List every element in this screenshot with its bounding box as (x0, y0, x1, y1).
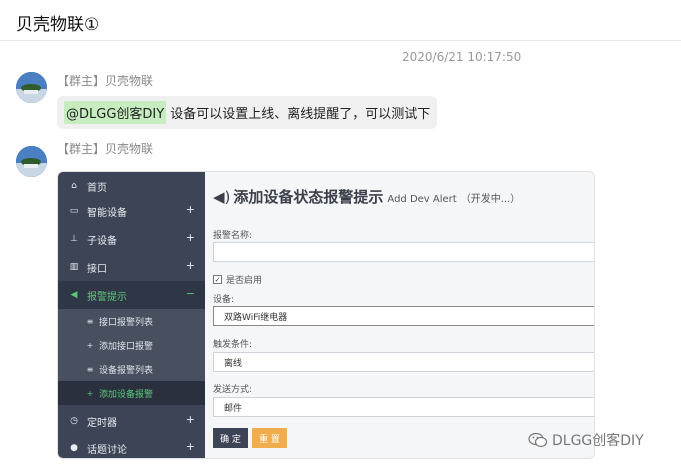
confirm-button[interactable]: 确 定 (213, 428, 248, 448)
message-bubble[interactable]: @DLGG创客DIY 设备可以设置上线、离线提醒了，可以测试下 (57, 96, 438, 129)
enable-label: 是否启用 (226, 276, 263, 286)
trigger-label: 触发条件: (213, 340, 253, 350)
sidebar-subitem-label: 添加接口报警 (99, 341, 154, 352)
title-divider (0, 40, 681, 41)
sidebar-subitem-device-alert-list[interactable]: ≡ 设备报警列表 (58, 357, 205, 381)
enable-checkbox-row[interactable]: ✓ 是否启用 (213, 273, 262, 286)
enable-checkbox[interactable]: ✓ (213, 275, 222, 284)
expand-icon: + (185, 440, 195, 453)
sidebar-subitem-add-interface-alert[interactable]: + 添加接口报警 (58, 333, 205, 357)
sender-name: 【群主】贝壳物联 (57, 142, 154, 156)
avatar[interactable] (16, 72, 47, 103)
plus-icon: + (86, 388, 94, 398)
plus-icon: + (86, 340, 94, 350)
message-text: 设备可以设置上线、离线提醒了，可以测试下 (170, 107, 431, 122)
sidebar-item-label: 接口 (87, 263, 107, 275)
sidebar-item-label: 定时器 (87, 417, 117, 429)
sender-name: 【群主】贝壳物联 (57, 74, 154, 88)
trigger-select[interactable]: 离线 (213, 352, 594, 372)
message-image[interactable]: ⌂ 首页 ▭ 智能设备 + ⊥ 子设备 + ▥ 接口 + ◀ 报警提示 − ≡ … (57, 171, 595, 459)
comments-icon: ● (70, 443, 78, 453)
clock-icon: ◷ (70, 416, 78, 426)
send-method-select[interactable]: 邮件 (213, 397, 594, 417)
sidebar-item-label: 首页 (87, 182, 107, 194)
avatar[interactable] (16, 146, 47, 177)
device-select[interactable]: 双路WiFi继电器 (213, 306, 594, 326)
chat-title: 贝壳物联① (16, 15, 100, 35)
expand-icon: + (185, 231, 195, 244)
sidebar-item-devices[interactable]: ▭ 智能设备 + (58, 197, 205, 225)
send-method-label: 发送方式: (213, 385, 253, 395)
sidebar-item-label: 报警提示 (87, 291, 127, 303)
sidebar-item-label: 智能设备 (87, 207, 127, 219)
expand-icon: + (185, 203, 195, 216)
message-timestamp: 2020/6/21 10:17:50 (402, 50, 522, 64)
collapse-icon: − (185, 287, 195, 300)
device-label: 设备: (213, 295, 235, 305)
app-sidebar: ⌂ 首页 ▭ 智能设备 + ⊥ 子设备 + ▥ 接口 + ◀ 报警提示 − ≡ … (58, 172, 205, 458)
form-title-note: （开发中...） (460, 194, 521, 205)
reset-button[interactable]: 重 置 (252, 428, 287, 448)
speaker-icon: ◀) (213, 188, 231, 206)
list-icon: ≡ (86, 316, 94, 326)
watermark-text: DLGG创客DIY (552, 433, 644, 449)
expand-icon: + (185, 413, 195, 426)
sidebar-item-label: 子设备 (87, 235, 117, 247)
sidebar-item-label: 话题讨论 (87, 444, 127, 456)
wechat-icon (528, 432, 548, 448)
mention-tag[interactable]: @DLGG创客DIY (64, 101, 167, 124)
expand-icon: + (185, 259, 195, 272)
sidebar-subitem-add-device-alert[interactable]: + 添加设备报警 (58, 381, 205, 405)
list-icon: ≡ (86, 364, 94, 374)
alert-form: ◀) 添加设备状态报警提示 Add Dev Alert （开发中...） 报警名称: … (205, 172, 594, 458)
home-icon: ⌂ (71, 181, 77, 191)
sidebar-subitem-label: 接口报警列表 (99, 317, 154, 328)
sidebar-item-topics[interactable]: ● 话题讨论 + (58, 434, 205, 458)
form-title-en: Add Dev Alert (387, 194, 457, 205)
sidebar-item-subdevices[interactable]: ⊥ 子设备 + (58, 225, 205, 253)
sidebar-subitem-interface-alert-list[interactable]: ≡ 接口报警列表 (58, 309, 205, 333)
laptop-icon: ▭ (69, 206, 79, 216)
speaker-icon: ◀ (70, 290, 78, 300)
alert-name-label: 报警名称: (213, 231, 253, 241)
watermark: DLGG创客DIY (528, 430, 644, 450)
sidebar-item-alerts[interactable]: ◀ 报警提示 − (58, 281, 205, 309)
alert-name-input[interactable] (213, 242, 594, 262)
sidebar-item-timer[interactable]: ◷ 定时器 + (58, 407, 205, 435)
form-title: ◀) 添加设备状态报警提示 Add Dev Alert （开发中...） (213, 188, 521, 206)
sitemap-icon: ⊥ (70, 234, 78, 244)
chart-icon: ▥ (69, 262, 79, 272)
sidebar-subitem-label: 添加设备报警 (99, 389, 154, 400)
sidebar-item-interface[interactable]: ▥ 接口 + (58, 253, 205, 281)
sidebar-item-home[interactable]: ⌂ 首页 (58, 172, 205, 200)
sidebar-subitem-label: 设备报警列表 (99, 365, 154, 376)
